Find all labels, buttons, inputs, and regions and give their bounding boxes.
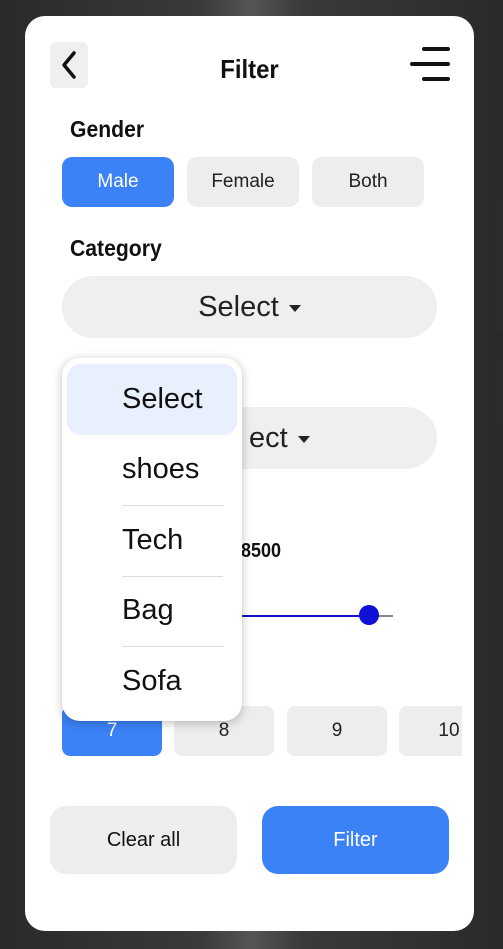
app-screen: Filter Gender Male Female Both Category … xyxy=(25,16,474,931)
side-button-volume xyxy=(497,200,503,332)
filter-button[interactable]: Filter xyxy=(262,806,449,874)
gender-both-chip[interactable]: Both xyxy=(312,157,424,207)
dropdown-item-select[interactable]: Select xyxy=(67,364,237,435)
category-dropdown: Select shoes Tech Bag Sofa xyxy=(62,358,242,721)
caret-down-icon xyxy=(288,304,301,312)
category-select-value: Select xyxy=(198,290,279,323)
price-slider-thumb[interactable] xyxy=(359,605,380,625)
category-select[interactable]: Select xyxy=(62,276,437,338)
gender-male-chip[interactable]: Male xyxy=(62,157,174,207)
category-label: Category xyxy=(70,235,162,261)
size-chip-9[interactable]: 9 xyxy=(287,706,387,756)
page-title: Filter xyxy=(220,54,279,84)
dropdown-item-shoes[interactable]: shoes xyxy=(67,435,237,506)
side-button-power xyxy=(497,358,503,424)
menu-icon[interactable] xyxy=(410,46,450,82)
clear-all-button[interactable]: Clear all xyxy=(50,806,237,874)
gender-label: Gender xyxy=(70,116,145,142)
dropdown-item-bag[interactable]: Bag xyxy=(67,575,237,647)
gender-female-chip[interactable]: Female xyxy=(187,157,299,207)
dropdown-item-sofa[interactable]: Sofa xyxy=(67,646,237,717)
caret-down-icon xyxy=(297,435,310,443)
brand-select-value: ect xyxy=(249,421,288,454)
dropdown-item-tech[interactable]: Tech xyxy=(67,505,237,576)
price-max-value: 8500 xyxy=(241,540,282,562)
size-chip-10[interactable]: 10 xyxy=(399,706,462,756)
